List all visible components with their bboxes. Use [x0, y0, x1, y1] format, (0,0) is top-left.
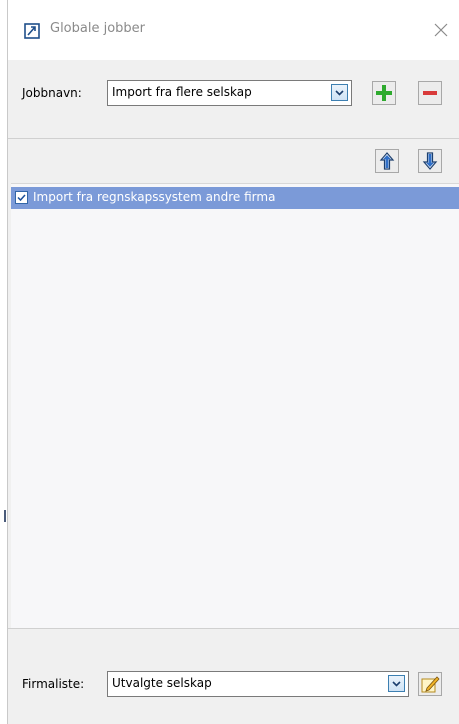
close-icon[interactable] — [423, 12, 459, 48]
edit-pencil-icon — [419, 676, 441, 698]
move-down-button[interactable] — [418, 149, 442, 173]
title-bar: Globale jobber — [8, 0, 459, 60]
company-list-value: Utvalgte selskap — [112, 676, 212, 690]
global-jobs-window: Globale jobber Jobbnavn: Import fra fler… — [7, 0, 459, 724]
remove-job-button[interactable] — [418, 81, 442, 105]
plus-icon — [373, 85, 395, 107]
list-item-label: Import fra regnskapssystem andre firma — [33, 190, 276, 204]
chevron-down-icon[interactable] — [331, 84, 348, 101]
window-title: Globale jobber — [50, 21, 146, 36]
arrow-down-icon — [419, 152, 441, 175]
chevron-down-icon[interactable] — [388, 675, 405, 692]
checkbox[interactable] — [15, 191, 28, 204]
job-name-value: Import fra flere selskap — [112, 85, 252, 99]
job-step-list[interactable]: Import fra regnskapssystem andre firma — [11, 183, 459, 628]
divider — [8, 138, 459, 139]
company-list-combobox[interactable]: Utvalgte selskap — [107, 671, 409, 697]
company-list-label: Firmaliste: — [22, 677, 85, 691]
minus-icon — [419, 91, 441, 107]
background-edge — [0, 0, 7, 724]
job-name-label: Jobbnavn: — [22, 86, 82, 100]
job-name-combobox[interactable]: Import fra flere selskap — [107, 80, 352, 106]
job-window-icon — [24, 23, 40, 39]
list-item[interactable]: Import fra regnskapssystem andre firma — [11, 187, 459, 209]
window-resize-hint — [4, 510, 6, 522]
divider — [8, 628, 459, 629]
add-job-button[interactable] — [372, 81, 396, 105]
move-up-button[interactable] — [375, 149, 399, 173]
edit-company-list-button[interactable] — [418, 672, 442, 696]
arrow-up-icon — [376, 152, 398, 175]
